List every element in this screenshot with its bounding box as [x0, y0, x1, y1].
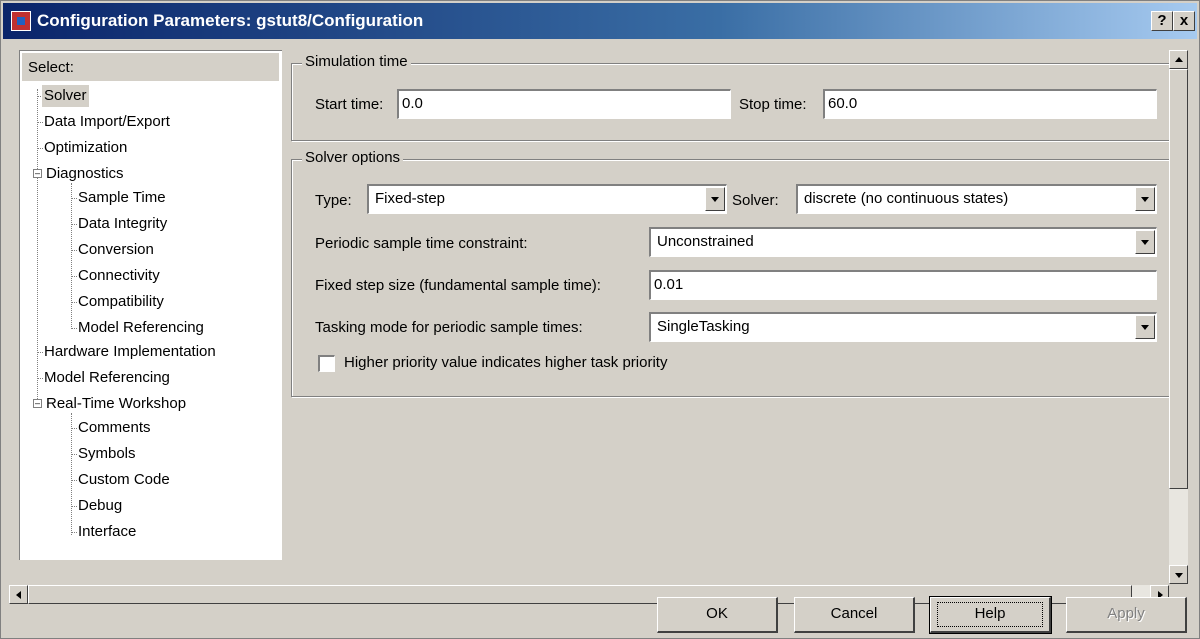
title-bar[interactable]: Configuration Parameters: gstut8/Configu… [3, 3, 1197, 39]
tree-item-model-referencing[interactable]: Model Referencing [42, 367, 172, 389]
solver-options-group: Solver options Type: Fixed-step Solver: … [291, 149, 1171, 397]
chevron-down-icon [1141, 240, 1149, 245]
periodic-dropdown-button[interactable] [1135, 230, 1155, 254]
simulation-time-group: Simulation time Start time: 0.0 Stop tim… [291, 53, 1171, 141]
solver-options-title: Solver options [302, 149, 404, 166]
tree-header-label: Select: [28, 59, 74, 76]
fixed-step-size-input[interactable]: 0.01 [649, 270, 1157, 300]
tree-item-interface[interactable]: Interface [76, 521, 138, 543]
chevron-down-icon [1141, 197, 1149, 202]
tree-item-debug[interactable]: Debug [76, 495, 124, 517]
periodic-constraint-value: Unconstrained [657, 233, 754, 250]
tree-item-diagnostics[interactable]: Diagnostics [44, 163, 126, 185]
focus-rectangle [937, 602, 1043, 627]
vertical-scrollbar[interactable] [1169, 50, 1188, 584]
tree-connector [71, 413, 72, 535]
collapse-rtw-icon[interactable]: – [33, 399, 42, 408]
tasking-mode-label: Tasking mode for periodic sample times: [315, 319, 583, 336]
start-time-label: Start time: [315, 96, 384, 113]
priority-checkbox[interactable] [318, 355, 335, 372]
ok-button[interactable]: OK [657, 597, 778, 633]
periodic-constraint-label: Periodic sample time constraint: [315, 235, 528, 252]
close-title-button[interactable]: x [1173, 11, 1195, 31]
tree-item-connectivity[interactable]: Connectivity [76, 265, 162, 287]
tree-item-hardware-implementation[interactable]: Hardware Implementation [42, 341, 218, 363]
tree-item-diag-model-referencing[interactable]: Model Referencing [76, 317, 206, 339]
tree-item-compatibility[interactable]: Compatibility [76, 291, 166, 313]
tree-connector [37, 89, 38, 401]
tasking-dropdown-button[interactable] [1135, 315, 1155, 339]
tree-connector [71, 183, 72, 329]
collapse-diagnostics-icon[interactable]: – [33, 169, 42, 178]
simulink-icon [11, 11, 31, 31]
simulation-time-title: Simulation time [302, 53, 411, 70]
tree-item-data-integrity[interactable]: Data Integrity [76, 213, 169, 235]
scroll-up-button[interactable] [1169, 50, 1188, 69]
tree-item-sample-time[interactable]: Sample Time [76, 187, 168, 209]
tree-item-comments[interactable]: Comments [76, 417, 153, 439]
dialog-window: Configuration Parameters: gstut8/Configu… [0, 0, 1200, 639]
tasking-mode-value: SingleTasking [657, 318, 750, 335]
type-select[interactable]: Fixed-step [367, 184, 727, 214]
scroll-left-button[interactable] [9, 585, 28, 604]
fixed-step-size-label: Fixed step size (fundamental sample time… [315, 277, 601, 294]
vertical-scroll-thumb[interactable] [1169, 69, 1188, 489]
tree-item-symbols[interactable]: Symbols [76, 443, 138, 465]
periodic-constraint-select[interactable]: Unconstrained [649, 227, 1157, 257]
stop-time-label: Stop time: [739, 96, 807, 113]
cancel-button[interactable]: Cancel [794, 597, 915, 633]
tree-header: Select: [22, 53, 279, 81]
tree-item-custom-code[interactable]: Custom Code [76, 469, 172, 491]
help-button[interactable]: Help [929, 596, 1052, 634]
chevron-down-icon [1141, 325, 1149, 330]
tree-item-conversion[interactable]: Conversion [76, 239, 156, 261]
scroll-down-button[interactable] [1169, 565, 1188, 584]
tree-item-optimization[interactable]: Optimization [42, 137, 129, 159]
tree-item-data-import-export[interactable]: Data Import/Export [42, 111, 172, 133]
arrow-up-icon [1175, 57, 1183, 62]
tree-item-solver[interactable]: Solver [42, 85, 89, 107]
apply-button[interactable]: Apply [1066, 597, 1187, 633]
solver-select[interactable]: discrete (no continuous states) [796, 184, 1157, 214]
stop-time-input[interactable]: 60.0 [823, 89, 1157, 119]
type-label: Type: [315, 192, 352, 209]
solver-select-value: discrete (no continuous states) [804, 190, 1009, 207]
window-title: Configuration Parameters: gstut8/Configu… [37, 11, 424, 30]
solver-label: Solver: [732, 192, 779, 209]
type-dropdown-button[interactable] [705, 187, 725, 211]
tree-item-real-time-workshop[interactable]: Real-Time Workshop [44, 393, 188, 415]
priority-checkbox-label[interactable]: Higher priority value indicates higher t… [344, 354, 667, 371]
chevron-down-icon [711, 197, 719, 202]
solver-dropdown-button[interactable] [1135, 187, 1155, 211]
category-tree[interactable]: Select: – – Solver Data Import/Export Op… [19, 50, 282, 560]
type-select-value: Fixed-step [375, 190, 446, 207]
help-title-button[interactable]: ? [1151, 11, 1173, 31]
start-time-input[interactable]: 0.0 [397, 89, 731, 119]
arrow-down-icon [1175, 573, 1183, 578]
tasking-mode-select[interactable]: SingleTasking [649, 312, 1157, 342]
arrow-left-icon [16, 591, 21, 599]
